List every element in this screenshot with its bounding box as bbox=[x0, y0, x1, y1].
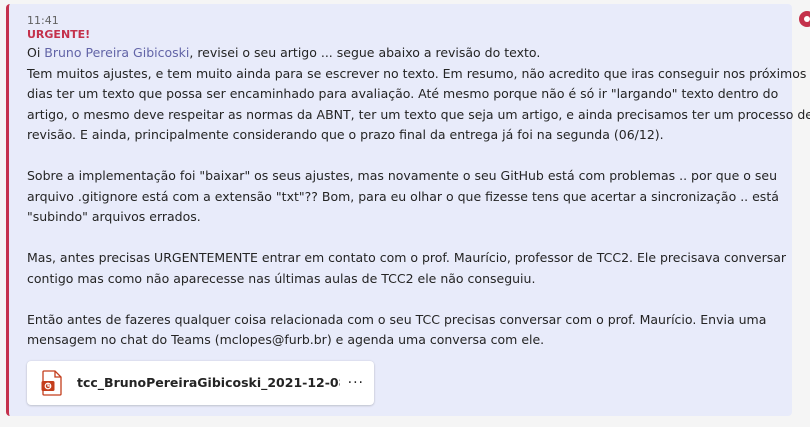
reaction-icon[interactable] bbox=[796, 10, 810, 28]
file-attachment-card[interactable]: tcc_BrunoPereiraGibicoski_2021-12-08_A..… bbox=[27, 360, 374, 405]
message-body: Oi Bruno Pereira Gibicoski, revisei o se… bbox=[27, 43, 810, 351]
chat-message: 11:41 URGENTE! Oi Bruno Pereira Gibicosk… bbox=[6, 4, 810, 416]
paragraph-line: Tem muitos ajustes, e tem muito ainda pa… bbox=[27, 65, 807, 81]
paragraph-line: "subindo" arquivos errados. bbox=[27, 209, 201, 224]
paragraph-line: dias ter um texto que possa ser encaminh… bbox=[27, 86, 779, 101]
paragraph-line: arquivo .gitignore está com a extensão "… bbox=[27, 188, 779, 204]
paragraph-line: Mas, antes precisas URGENTEMENTE entrar … bbox=[27, 250, 787, 265]
message-timestamp: 11:41 bbox=[27, 14, 59, 27]
user-mention[interactable]: Bruno Pereira Gibicoski bbox=[44, 45, 189, 60]
paragraph-line: Então antes de fazeres qualquer coisa re… bbox=[27, 311, 767, 327]
paragraph-line: mensagem no chat do Teams (mclopes@furb.… bbox=[27, 332, 545, 347]
powerpoint-file-icon bbox=[41, 369, 63, 396]
paragraph-line: revisão. E ainda, principalmente conside… bbox=[27, 127, 664, 142]
greeting-line: Oi Bruno Pereira Gibicoski, revisei o se… bbox=[27, 43, 772, 64]
greeting-prefix: Oi bbox=[27, 45, 45, 60]
greeting-suffix: , revisei o seu artigo ... segue abaixo … bbox=[189, 45, 541, 60]
attachment-file-name[interactable]: tcc_BrunoPereiraGibicoski_2021-12-08_A..… bbox=[77, 375, 340, 390]
paragraph-line: artigo, o mesmo deve respeitar as normas… bbox=[27, 106, 810, 122]
more-options-button[interactable]: ··· bbox=[348, 375, 364, 391]
paragraph-line: contigo mas como não aparecesse nas últi… bbox=[27, 270, 536, 286]
paragraph-line: Sobre a implementação foi "baixar" os se… bbox=[27, 168, 777, 183]
urgent-label: URGENTE! bbox=[27, 28, 91, 41]
